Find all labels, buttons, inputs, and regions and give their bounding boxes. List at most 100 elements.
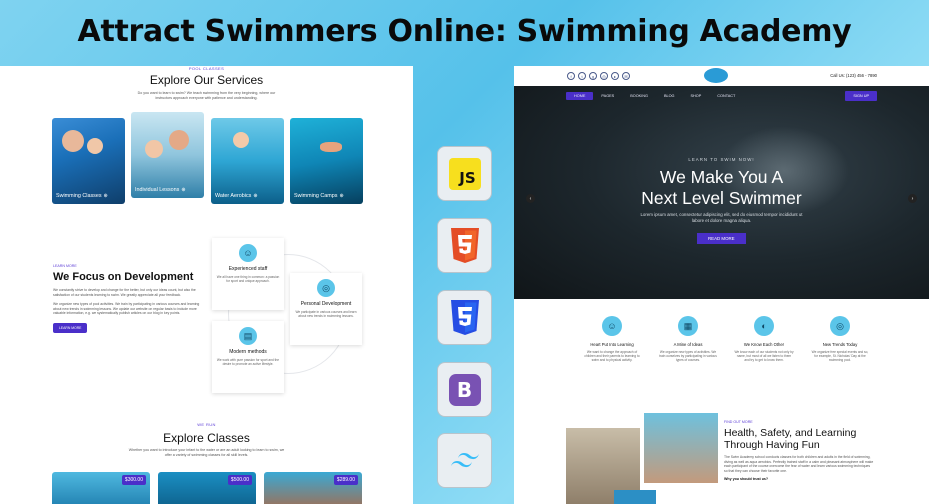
feature-trends: ◎ New Trends Today We organize free spec… <box>810 316 870 363</box>
arrow-circle-icon: ⊕ <box>253 193 258 199</box>
hero-subtitle: Lorem ipsum amet, consectetur adipiscing… <box>640 212 803 223</box>
classes-title: Explore Classes <box>163 431 250 445</box>
service-card-individual-lessons[interactable]: Individual Lessons ⊕ <box>131 112 204 198</box>
css3-icon <box>450 299 479 335</box>
feature-title: Experienced staff <box>228 266 268 272</box>
nav-home[interactable]: HOME <box>566 92 594 100</box>
right-page-preview: f t g ◎ ▸ ✉ Call Us: (123) 456 - 7890 HO… <box>514 66 929 504</box>
services-title: Explore Our Services <box>149 73 264 87</box>
nav-shop[interactable]: SHOP <box>683 92 710 100</box>
swimmer-icon: ☺ <box>602 316 622 336</box>
feature-desc: We organize free special events and so, … <box>811 350 869 363</box>
book-icon: ▤ <box>239 327 257 345</box>
feature-title: We Know Each Other <box>743 342 785 347</box>
javascript-icon: JS <box>448 157 481 190</box>
class-cards: $300.00 $500.00 $289.00 <box>52 472 364 504</box>
classes-desc: Whether you want to introduce your infan… <box>128 448 285 457</box>
lower-text-section: FIND OUT MORE Health, Safety, and Learni… <box>724 420 874 481</box>
lower-question: Why you should trust us? <box>724 477 769 482</box>
service-label: Swimming Camps <box>294 193 338 199</box>
focus-paragraph-2: We organize new types of pool activities… <box>53 302 200 316</box>
feature-desc: We know each of our students not only by… <box>734 350 794 363</box>
nav-contact[interactable]: CONTACT <box>709 92 743 100</box>
service-card-swimming-classes[interactable]: Swimming Classes ⊕ <box>52 118 125 204</box>
tailwind-icon <box>450 452 479 467</box>
classes-eyebrow: WE RUN <box>197 422 216 427</box>
tailwind-icon-tile <box>437 433 492 488</box>
lower-title: Health, Safety, and Learning Through Hav… <box>724 427 857 451</box>
feature-desc: We work with pure passion for sport and … <box>216 358 280 367</box>
feature-title: New Trends Today <box>822 342 858 347</box>
price-badge: $289.00 <box>333 475 358 485</box>
feature-title: Heart Put Into Learning <box>590 342 634 347</box>
page-headline: Attract Swimmers Online: Swimming Academ… <box>77 14 852 49</box>
nav-booking[interactable]: BOOKING <box>622 92 656 100</box>
lower-eyebrow: FIND OUT MORE <box>724 420 753 424</box>
html5-icon-tile <box>437 218 492 273</box>
read-more-button[interactable]: READ MORE <box>697 233 746 244</box>
arrow-circle-icon: ⊕ <box>181 187 186 193</box>
chevron-left-icon[interactable]: ‹ <box>526 194 535 203</box>
feature-desc: We organize new types of activities. We … <box>659 350 717 363</box>
chevron-right-icon[interactable]: › <box>908 194 917 203</box>
girl-swimmer-image <box>644 413 718 483</box>
instagram-icon[interactable]: ◎ <box>600 72 608 80</box>
focus-section: LEARN MORE We Focus on Development We co… <box>53 264 203 334</box>
logo[interactable] <box>704 68 728 83</box>
feature-card-personal-development: ◎ Personal Development We participate in… <box>290 273 362 345</box>
feature-desc: We want to change the approach of childr… <box>584 350 640 363</box>
flip-flops-icon: ◐ <box>754 316 774 336</box>
service-label: Individual Lessons <box>135 187 180 193</box>
buoy-icon: ◎ <box>830 316 850 336</box>
bootstrap-icon-tile: B <box>437 362 492 417</box>
service-label: Water Aerobics <box>215 193 252 199</box>
lifebuoy-icon: ◎ <box>317 279 335 297</box>
hero-title-line-1: We Make You A <box>659 167 784 187</box>
email-icon[interactable]: ✉ <box>622 72 630 80</box>
call-us-text: Call Us: (123) 456 - 7890 <box>830 73 877 78</box>
tickets-icon: ▦ <box>678 316 698 336</box>
feature-title: Modern methods <box>229 349 267 355</box>
feature-heart: ☺ Heart Put Into Learning We want to cha… <box>582 316 642 363</box>
focus-title: We Focus on Development <box>53 271 194 283</box>
feature-title: Personal Development <box>300 301 352 307</box>
price-badge: $300.00 <box>121 475 146 485</box>
nav-pages[interactable]: PAGES <box>593 92 622 100</box>
swimmer-thumb-image <box>614 490 656 504</box>
youtube-icon[interactable]: ▸ <box>611 72 619 80</box>
lower-desc: The Swim Academy school conducts classes… <box>724 455 874 473</box>
bootstrap-icon: B <box>448 373 481 406</box>
focus-paragraph-1: We constantly strive to develop and chan… <box>53 288 196 297</box>
price-badge: $500.00 <box>227 475 252 485</box>
services-eyebrow: POOL CLASSES <box>188 66 225 71</box>
html5-icon <box>450 227 479 263</box>
service-label: Swimming Classes <box>56 193 102 199</box>
service-cards: Swimming Classes ⊕ Individual Lessons ⊕ Wa… <box>52 112 364 206</box>
google-icon[interactable]: g <box>589 72 597 80</box>
class-card[interactable]: $500.00 <box>158 472 256 504</box>
hero-title-line-2: Next Level Swimmer <box>641 188 802 208</box>
swimmer-icon: ☺ <box>239 244 257 262</box>
feature-ideas: ▦ A Mine of Ideas We organize new types … <box>658 316 718 363</box>
learn-more-button[interactable]: LEARN MORE <box>53 322 88 333</box>
feature-card-experienced-staff: ☺ Experienced staff We all have one thin… <box>212 238 284 310</box>
main-nav: HOME PAGES BOOKING BLOG SHOP CONTACT <box>566 92 743 100</box>
service-card-swimming-camps[interactable]: Swimming Camps ⊕ <box>290 118 363 204</box>
hero-section: HOME PAGES BOOKING BLOG SHOP CONTACT SIG… <box>514 86 929 299</box>
feature-know-each-other: ◐ We Know Each Other We know each of our… <box>734 316 794 363</box>
arrow-circle-icon: ⊕ <box>103 193 108 199</box>
twitter-icon[interactable]: t <box>578 72 586 80</box>
sign-up-button[interactable]: SIGN UP <box>845 91 877 101</box>
nav-blog[interactable]: BLOG <box>656 92 683 100</box>
arrow-circle-icon: ⊕ <box>339 193 344 199</box>
services-desc: Do you want to learn to swim? We teach s… <box>137 91 276 100</box>
hero-eyebrow: LEARN TO SWIM NOW! <box>688 157 755 162</box>
feature-icons-row: ☺ Heart Put Into Learning We want to cha… <box>566 316 878 376</box>
class-card[interactable]: $300.00 <box>52 472 150 504</box>
service-card-water-aerobics[interactable]: Water Aerobics ⊕ <box>211 118 284 204</box>
left-page-preview: POOL CLASSES Explore Our Services Do you… <box>0 66 413 504</box>
facebook-icon[interactable]: f <box>567 72 575 80</box>
class-card[interactable]: $289.00 <box>264 472 362 504</box>
focus-eyebrow: LEARN MORE <box>53 264 77 268</box>
feature-title: A Mine of Ideas <box>673 342 703 347</box>
